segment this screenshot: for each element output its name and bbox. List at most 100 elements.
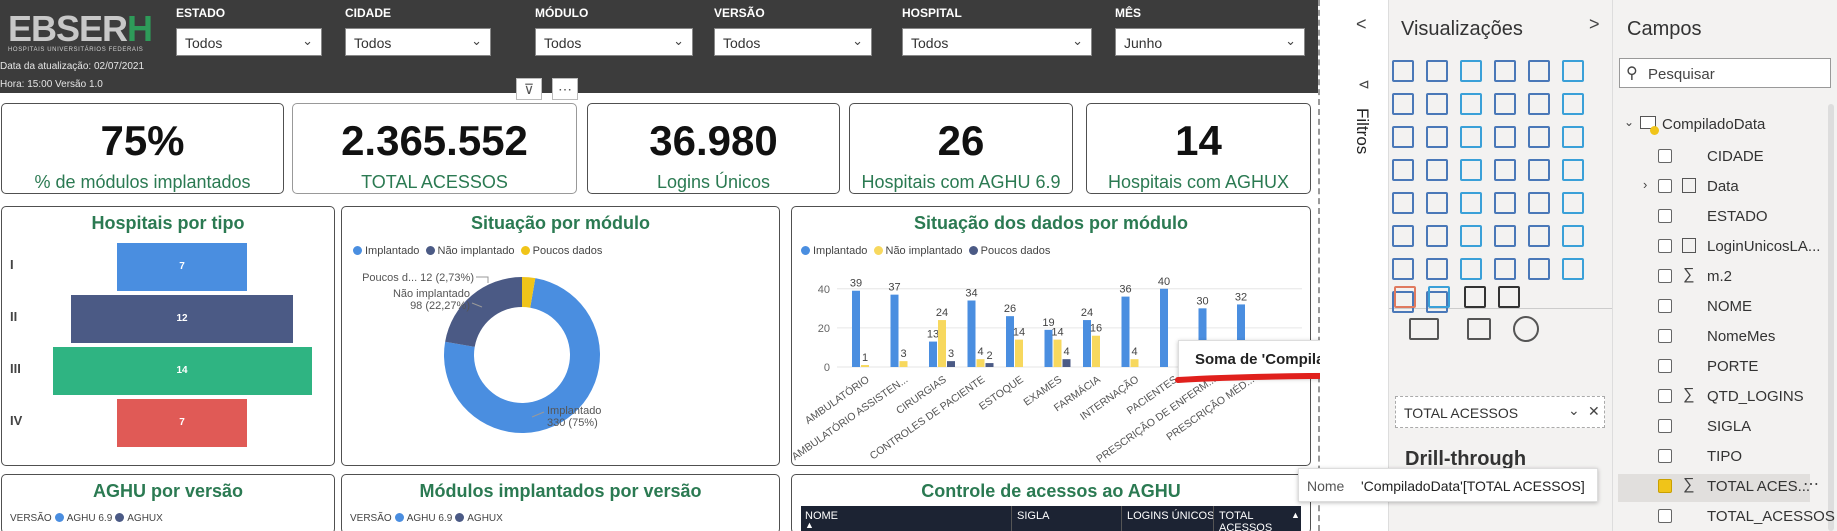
expand-icon[interactable]: › xyxy=(1643,177,1647,192)
visual-type-icon-20[interactable] xyxy=(1460,159,1482,181)
visual-type-icon-2[interactable] xyxy=(1460,60,1482,82)
field-item[interactable]: PORTE xyxy=(1707,358,1758,375)
field-checkbox[interactable] xyxy=(1658,239,1672,253)
field-checkbox[interactable] xyxy=(1658,299,1672,313)
bar-1-6[interactable] xyxy=(1092,335,1100,367)
field-item[interactable]: m.2 xyxy=(1707,268,1732,285)
bar-1-1[interactable] xyxy=(899,361,908,367)
field-item[interactable]: Data xyxy=(1707,178,1739,195)
field-item[interactable]: QTD_LOGINS xyxy=(1707,388,1804,405)
bar-0-1[interactable] xyxy=(890,294,899,367)
scrollbar[interactable] xyxy=(1828,104,1834,531)
bar-0-7[interactable] xyxy=(1121,296,1130,367)
chevron-down-icon[interactable]: ⌄ xyxy=(852,33,863,49)
more-options-icon[interactable]: ⋯ xyxy=(552,78,578,100)
visual-type-icon-1[interactable] xyxy=(1426,60,1448,82)
field-checkbox[interactable] xyxy=(1658,419,1672,433)
funnel-bar-iii[interactable]: 14 xyxy=(52,347,312,395)
visual-type-icon-29[interactable] xyxy=(1562,192,1584,214)
visual-type-icon-36[interactable] xyxy=(1392,258,1414,280)
field-item[interactable]: TOTAL_ACESSOS xyxy=(1707,508,1835,525)
scroll-up-icon[interactable]: ▲ xyxy=(1291,510,1300,520)
table-name[interactable]: CompiladoData xyxy=(1662,116,1765,133)
bar-0-3[interactable] xyxy=(967,300,976,367)
visual-type-icon-5[interactable] xyxy=(1562,60,1584,82)
chevron-down-icon[interactable]: ⌄ xyxy=(1072,33,1083,49)
bar-1-0[interactable] xyxy=(861,365,869,367)
visual-type-icon-24[interactable] xyxy=(1392,192,1414,214)
visual-type-icon-22[interactable] xyxy=(1528,159,1550,181)
situacao-donut-chart[interactable]: Poucos d... 12 (2,73%) Não implantado98 (… xyxy=(342,207,779,465)
search-box[interactable]: ⚲ Pesquisar xyxy=(1619,58,1831,88)
field-item[interactable]: LoginUnicosLA... xyxy=(1707,238,1820,255)
col-total-acessos[interactable]: TOTAL ACESSOS xyxy=(1219,510,1301,531)
bar-1-3[interactable] xyxy=(976,359,985,367)
filter-dropdown-4[interactable]: Todos ⌄ xyxy=(902,28,1092,56)
visual-type-icon-18[interactable] xyxy=(1392,159,1414,181)
expand-pane-icon[interactable]: > xyxy=(1589,14,1600,35)
visual-type-icon-39[interactable] xyxy=(1494,258,1516,280)
values-field[interactable]: TOTAL ACESSOS xyxy=(1404,405,1518,421)
visual-type-icon-7[interactable] xyxy=(1426,93,1448,115)
bar-1-5[interactable] xyxy=(1053,339,1062,367)
visual-type-icon-19[interactable] xyxy=(1426,159,1448,181)
field-checkbox[interactable] xyxy=(1658,449,1672,463)
kpi-card-4[interactable]: 14 Hospitais com AGHUX xyxy=(1086,103,1311,194)
analytics-tab-icon[interactable] xyxy=(1513,316,1539,342)
chevron-down-icon[interactable]: ⌄ xyxy=(471,33,482,49)
filter-dropdown-3[interactable]: Todos ⌄ xyxy=(714,28,872,56)
field-checkbox[interactable] xyxy=(1658,329,1672,343)
bar-2-3[interactable] xyxy=(985,363,994,367)
bar-2-5[interactable] xyxy=(1062,359,1071,367)
visual-type-icon-32[interactable] xyxy=(1460,225,1482,247)
field-item[interactable]: SIGLA xyxy=(1707,418,1751,435)
visual-type-icon-15[interactable] xyxy=(1494,126,1516,148)
col-logins-unicos[interactable]: LOGINS ÚNICOS xyxy=(1127,510,1214,522)
visual-type-icon-25[interactable] xyxy=(1426,192,1448,214)
visual-type-icon-4[interactable] xyxy=(1528,60,1550,82)
collapse-filters-icon[interactable]: < xyxy=(1356,14,1367,35)
funnel-bar-i[interactable]: 7 xyxy=(117,243,247,291)
filter-dropdown-1[interactable]: Todos ⌄ xyxy=(345,28,491,56)
col-sigla[interactable]: SIGLA xyxy=(1017,510,1049,522)
visual-type-icon-13[interactable] xyxy=(1426,126,1448,148)
chevron-down-icon[interactable]: ⌄ xyxy=(1568,402,1580,419)
more-options-icon[interactable]: ⋯ xyxy=(1803,474,1819,494)
visual-type-icon-23[interactable] xyxy=(1562,159,1584,181)
visual-type-icon-28[interactable] xyxy=(1528,192,1550,214)
visual-type-icon-10[interactable] xyxy=(1528,93,1550,115)
visual-type-icon-3[interactable] xyxy=(1494,60,1516,82)
field-item[interactable]: ESTADO xyxy=(1707,208,1768,225)
chevron-down-icon[interactable]: ⌄ xyxy=(302,33,313,49)
dados-bar-chart[interactable]: 02040391AMBULATÓRIO373AMBULATÓRIO ASSIST… xyxy=(792,207,1310,465)
field-item[interactable]: CIDADE xyxy=(1707,148,1764,165)
bar-0-4[interactable] xyxy=(1006,316,1014,367)
visual-type-icon-17[interactable] xyxy=(1562,126,1584,148)
visual-type-icon-0[interactable] xyxy=(1392,60,1414,82)
visual-type-icon-38[interactable] xyxy=(1460,258,1482,280)
collapse-table-icon[interactable]: ⌄ xyxy=(1624,115,1634,129)
search-input[interactable]: Pesquisar xyxy=(1648,66,1715,83)
visual-type-icon-16[interactable] xyxy=(1528,126,1550,148)
bar-1-4[interactable] xyxy=(1015,339,1023,367)
python-icon[interactable] xyxy=(1394,286,1416,308)
visual-type-icon-41[interactable] xyxy=(1562,258,1584,280)
kpi-card-0[interactable]: 75% % de módulos implantados xyxy=(1,103,284,194)
values-well[interactable]: TOTAL ACESSOS ⌄ ✕ xyxy=(1395,396,1605,428)
visual-type-icon-6[interactable] xyxy=(1392,93,1414,115)
bar-0-8[interactable] xyxy=(1160,288,1168,367)
chevron-down-icon[interactable]: ⌄ xyxy=(1285,33,1296,49)
field-checkbox[interactable] xyxy=(1658,269,1672,283)
visual-type-icon-11[interactable] xyxy=(1562,93,1584,115)
paginated-report-icon[interactable] xyxy=(1498,286,1520,308)
chevron-down-icon[interactable]: ⌄ xyxy=(673,33,684,49)
field-item[interactable]: NomeMes xyxy=(1707,328,1775,345)
visual-type-icon-8[interactable] xyxy=(1460,93,1482,115)
visual-type-icon-37[interactable] xyxy=(1426,258,1448,280)
kpi-card-3[interactable]: 26 Hospitais com AGHU 6.9 xyxy=(849,103,1073,194)
visual-type-icon-40[interactable] xyxy=(1528,258,1550,280)
bar-2-2[interactable] xyxy=(947,361,955,367)
field-checkbox[interactable] xyxy=(1658,389,1672,403)
filter-icon[interactable]: ⊽ xyxy=(516,78,542,100)
remove-field-icon[interactable]: ✕ xyxy=(1588,403,1600,420)
